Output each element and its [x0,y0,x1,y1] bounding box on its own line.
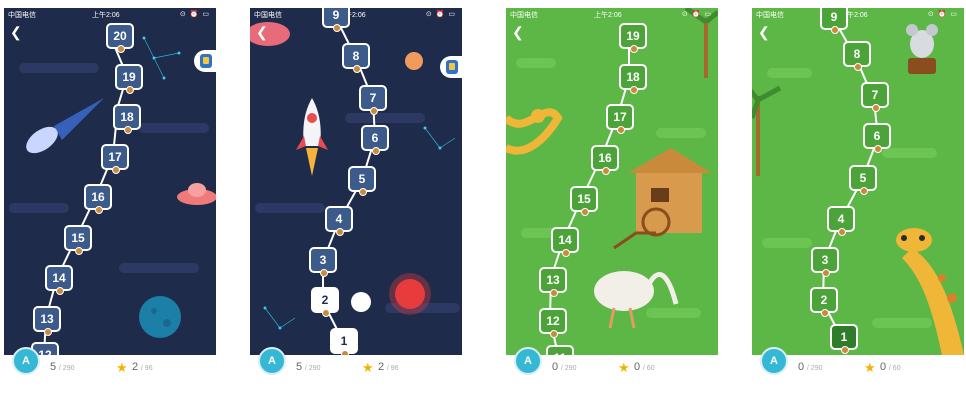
status-bar: 中国电信 上午2:06 ⊙ ⏰ ▭ [4,8,216,20]
level-node[interactable]: 2 [810,287,838,317]
star-icon: ★ [618,360,630,375]
chevron-left-icon: ❮ [758,24,770,40]
level-node[interactable]: 9 [820,8,848,34]
level-map-jungle-19: 中国电信 上午2:06 ⊙ ⏰ ▭ ❮ 19 18 17 16 15 14 13… [506,8,718,355]
level-node[interactable]: 16 [84,184,112,214]
level-node[interactable]: 14 [45,265,73,295]
level-node[interactable]: 17 [606,104,634,134]
level-node[interactable]: 13 [539,267,567,297]
time-label: 上午2:06 [92,12,120,19]
status-bar: 中国电信 上午2:06 ⊙ ⏰ ▭ [250,8,462,20]
level-node[interactable]: 20 [106,23,134,53]
book-icon[interactable]: A [258,347,286,375]
level-node[interactable]: 18 [619,64,647,94]
level-node[interactable]: 15 [570,186,598,216]
koala-illustration [906,24,938,74]
time-label: 上午2:06 [594,12,622,19]
back-button[interactable]: ❮ [758,24,774,40]
chevron-left-icon: ❮ [256,24,268,40]
star-icon: ★ [116,360,128,375]
level-node[interactable]: 13 [33,306,61,336]
status-bar: 中国电信 上午2:06 ⊙ ⏰ ▭ [752,8,964,20]
small-planet-illustration [405,52,423,70]
status-icons: ⊙ ⏰ ▭ [179,11,210,18]
word-count-stat: 5 / 290 [50,361,75,373]
word-count-stat: 0 / 290 [798,361,823,373]
carrier-label: 中国电信 [8,12,36,19]
level-node[interactable]: 8 [342,43,370,73]
level-node[interactable]: 17 [101,144,129,174]
level-node[interactable]: 15 [64,225,92,255]
level-node[interactable]: 4 [325,206,353,236]
level-node[interactable]: 9 [322,8,350,32]
level-node[interactable]: 4 [827,206,855,236]
level-node[interactable]: 8 [843,41,871,71]
word-count-stat: 5 / 290 [296,361,321,373]
level-node[interactable]: 3 [811,247,839,277]
status-icons: ⊙ ⏰ ▭ [927,11,958,18]
book-icon [446,60,458,74]
level-map-jungle-1: 中国电信 上午2:06 ⊙ ⏰ ▭ ❮ 9 8 7 6 5 4 3 2 1 [752,8,964,355]
star-icon: ★ [864,360,876,375]
level-node[interactable]: 18 [113,104,141,134]
star-count-stat: ★ 0 / 60 [864,360,901,375]
progress-footer: A 0 / 290 ★ 0 / 60 [752,347,964,389]
star-icon: ★ [362,360,374,375]
level-node[interactable]: 19 [619,23,647,53]
level-node-completed[interactable]: 1 [330,328,358,355]
level-node[interactable]: 19 [115,64,143,94]
star-count-stat: ★ 2 / 96 [362,360,399,375]
status-bar: 中国电信 上午2:06 ⊙ ⏰ ▭ [506,8,718,20]
chevron-left-icon: ❮ [10,24,22,40]
status-icons: ⊙ ⏰ ▭ [425,11,456,18]
red-planet-illustration [395,279,425,309]
level-node[interactable]: 3 [309,247,337,277]
level-node[interactable]: 16 [591,145,619,175]
planet-illustration [139,296,181,338]
level-node[interactable]: 6 [361,125,389,155]
carrier-label: 中国电信 [756,12,784,19]
carrier-label: 中国电信 [254,12,282,19]
back-button[interactable]: ❮ [512,24,528,40]
side-menu-tab[interactable] [194,50,216,72]
level-node-current[interactable]: 1 [830,324,858,354]
level-node[interactable]: 5 [348,166,376,196]
level-map-space-1: 中国电信 上午2:06 ⊙ ⏰ ▭ ❮ 9 8 7 6 5 4 3 2 1 [250,8,462,355]
status-icons: ⊙ ⏰ ▭ [681,11,712,18]
progress-footer: A 5 / 290 ★ 2 / 96 [250,347,462,389]
level-node[interactable]: 14 [551,227,579,257]
level-node[interactable]: 7 [359,85,387,115]
back-button[interactable]: ❮ [10,24,26,40]
level-node[interactable]: 5 [849,165,877,195]
carrier-label: 中国电信 [510,12,538,19]
book-icon[interactable]: A [12,347,40,375]
level-node[interactable]: 7 [861,82,889,112]
robot-illustration [351,292,371,312]
back-button[interactable]: ❮ [256,24,272,40]
level-node[interactable]: 11 [546,345,574,355]
book-icon [200,54,212,68]
progress-footer: A 5 / 290 ★ 2 / 96 [4,347,216,389]
space-background [4,8,216,355]
book-icon[interactable]: A [760,347,788,375]
level-node[interactable]: 12 [539,308,567,338]
progress-footer: A 0 / 290 ★ 0 / 60 [506,347,718,389]
book-icon[interactable]: A [514,347,542,375]
level-node[interactable]: 6 [863,123,891,153]
level-node-current[interactable]: 2 [311,287,339,317]
level-map-space-20: 中国电信 上午2:06 ⊙ ⏰ ▭ ❮ 20 19 18 17 16 15 14… [4,8,216,355]
jungle-background [506,8,718,355]
star-count-stat: ★ 0 / 60 [618,360,655,375]
star-count-stat: ★ 2 / 96 [116,360,153,375]
word-count-stat: 0 / 290 [552,361,577,373]
side-menu-tab[interactable] [440,56,462,78]
chevron-left-icon: ❮ [512,24,524,40]
